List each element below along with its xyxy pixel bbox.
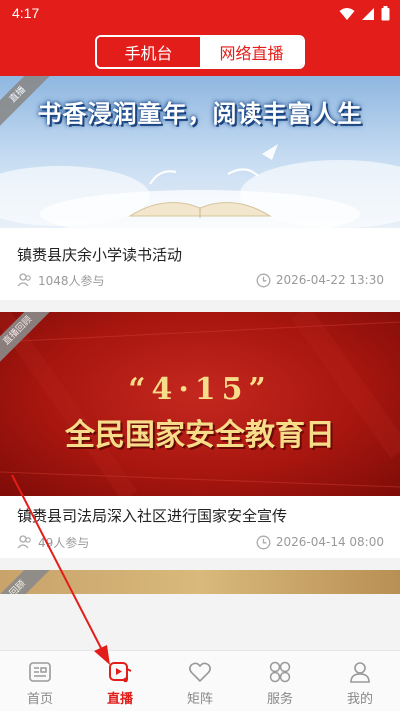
status-time: 4:17 [12,5,40,21]
channel-switch: 手机台 网络直播 [95,35,305,69]
participant-count: 49人参与 [38,535,90,550]
tab-matrix[interactable]: 矩阵 [160,651,240,711]
card-title: 镇赉县庆余小学读书活动 [17,246,183,264]
status-icons [339,6,390,21]
card-banner[interactable]: 书香浸润童年，阅读丰富人生 直播 [0,76,400,228]
signal-icon [362,7,374,20]
card-banner[interactable]: “4·15” 全民国家安全教育日 直播回顾 [0,312,400,496]
card-meta: 1048人参与 2026-04-22 13:30 [17,271,384,289]
bottom-tab-bar: 首页 直播 矩阵 服务 我的 [0,650,400,711]
tab-profile[interactable]: 我的 [320,651,400,711]
live-datetime: 2026-04-22 13:30 [275,273,384,287]
clock-icon [256,273,271,287]
banner-title: 书香浸润童年，阅读丰富人生 [37,99,363,128]
live-card[interactable]: 回顾 [0,570,400,594]
news-icon [29,662,51,682]
tab-label: 首页 [26,692,53,707]
status-bar: 4:17 [0,0,400,28]
tab-web-live[interactable]: 网络直播 [200,37,303,67]
people-icon [17,535,31,549]
banner-date: “4·15” [128,372,272,407]
tab-live[interactable]: 直播 [80,651,160,711]
live-card[interactable]: 书香浸润童年，阅读丰富人生 直播 镇赉县庆余小学读书活动 1048人参与 202… [0,76,400,300]
clock-icon [256,535,271,549]
people-icon [17,273,31,287]
app-header: 手机台 网络直播 [0,28,400,76]
battery-icon [381,6,390,21]
tab-label: 矩阵 [186,692,213,707]
live-datetime: 2026-04-14 08:00 [275,535,384,549]
card-meta: 49人参与 2026-04-14 08:00 [17,533,384,551]
card-banner[interactable]: 回顾 [0,570,400,594]
service-grid-icon [269,661,291,683]
heart-icon [189,662,211,683]
tab-label: 直播 [106,692,133,707]
replay-badge: 回顾 [0,570,53,594]
live-card[interactable]: “4·15” 全民国家安全教育日 直播回顾 镇赉县司法局深入社区进行国家安全宣传… [0,312,400,558]
tab-mobile-tv[interactable]: 手机台 [97,37,200,67]
tab-home[interactable]: 首页 [0,651,80,711]
live-list: 书香浸润童年，阅读丰富人生 直播 镇赉县庆余小学读书活动 1048人参与 202… [0,76,400,650]
banner-title: 全民国家安全教育日 [65,418,335,453]
wifi-icon [339,7,355,20]
tab-label: 我的 [346,692,373,707]
live-play-icon [109,662,132,683]
participant-count: 1048人参与 [38,273,105,288]
card-title: 镇赉县司法局深入社区进行国家安全宣传 [17,507,288,525]
tab-service[interactable]: 服务 [240,651,320,711]
tab-label: 服务 [266,692,293,707]
user-icon [350,662,370,683]
